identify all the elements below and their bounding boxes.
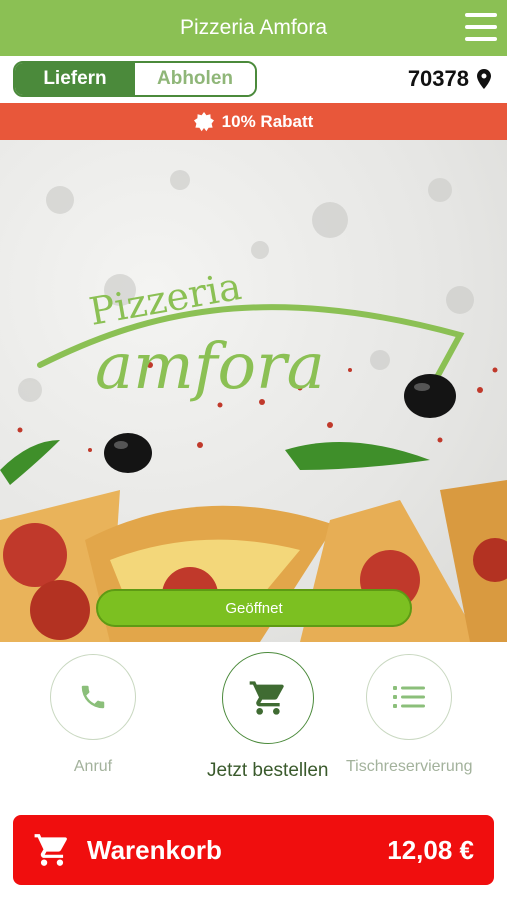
order-now-label: Jetzt bestellen [207, 760, 329, 781]
order-options-row: Liefern Abholen 70378 [0, 56, 507, 103]
pizza-hero-illustration: Pizzeria amfora [0, 170, 507, 642]
discount-badge-icon [193, 111, 214, 131]
call-action[interactable]: Anruf [50, 654, 136, 776]
location-selector[interactable]: 70378 [408, 66, 491, 92]
logo-large-text: amfora [95, 330, 325, 404]
app-header: Pizzeria Amfora [0, 0, 507, 56]
phone-icon [81, 685, 105, 709]
cart-total: 12,08 € [387, 834, 474, 865]
logo-small-text: Pizzeria [86, 264, 245, 334]
reservation-circle[interactable] [366, 654, 453, 740]
map-pin-icon [477, 69, 491, 89]
cart-icon [249, 681, 284, 715]
zip-code: 70378 [407, 66, 469, 91]
open-status-button[interactable]: Geöffnet [96, 589, 412, 627]
promo-label: 10% Rabatt [221, 111, 314, 131]
hamburger-menu-icon[interactable] [465, 13, 497, 41]
cart-icon [34, 834, 67, 866]
promo-banner: 10% Rabatt [0, 103, 507, 140]
order-now-action[interactable]: Jetzt bestellen [207, 652, 328, 782]
call-label: Anruf [73, 758, 113, 775]
cart-button[interactable]: Warenkorb 12,08 € [13, 815, 494, 885]
list-icon [393, 686, 426, 708]
cart-label: Warenkorb [87, 834, 222, 865]
hero-image: Pizzeria amfora Geöffnet [0, 140, 507, 642]
pickup-option[interactable]: Abholen [135, 63, 255, 95]
call-circle[interactable] [50, 654, 136, 740]
order-mode-toggle: Liefern Abholen [13, 61, 257, 97]
reservation-action[interactable]: Tischreservierung [346, 654, 473, 776]
order-now-circle[interactable] [221, 652, 314, 744]
page-title: Pizzeria Amfora [179, 16, 328, 39]
deliver-option[interactable]: Liefern [15, 63, 135, 95]
reservation-label: Tischreservierung [346, 758, 473, 775]
action-buttons: Anruf Jetzt bestellen Tischreservierung [0, 642, 507, 802]
